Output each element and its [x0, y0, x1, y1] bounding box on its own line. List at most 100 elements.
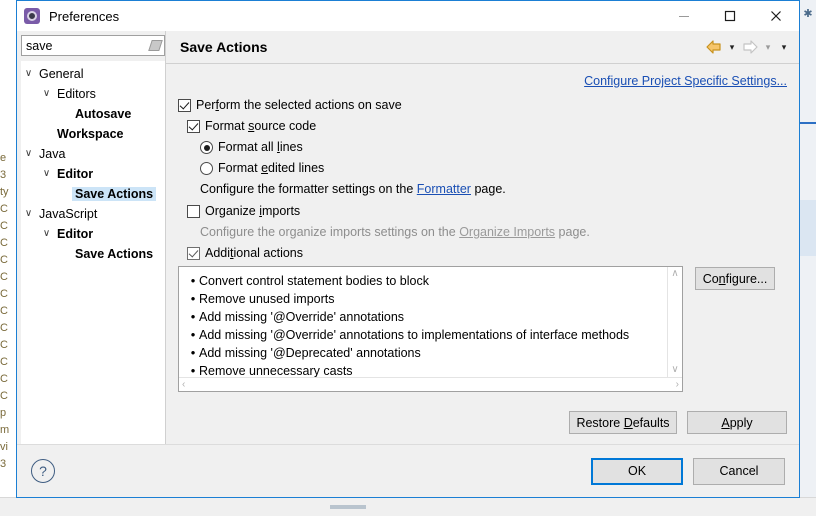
forward-dropdown-caret[interactable]: ▾ — [761, 42, 775, 52]
format-edited-lines-row[interactable]: Format edited lines — [200, 160, 787, 176]
format-all-lines-row[interactable]: Format all lines — [200, 139, 787, 155]
action-list-item[interactable]: • Remove unused imports — [187, 290, 667, 308]
dialog-footer: ? OK Cancel — [17, 444, 799, 497]
tree-item-general[interactable]: ∨ General — [21, 64, 165, 84]
page-title: Save Actions — [180, 39, 268, 55]
maximize-button[interactable] — [707, 1, 753, 31]
navigation-arrows: ▾ ▾ ▾ — [705, 36, 791, 58]
search-input[interactable] — [22, 38, 146, 53]
scroll-left-icon[interactable]: ‹ — [182, 379, 185, 390]
format-source-label: Format source code — [205, 119, 317, 133]
chevron-down-icon[interactable]: ∨ — [21, 69, 36, 79]
action-list-item[interactable]: • Add missing '@Deprecated' annotations — [187, 344, 667, 362]
restore-defaults-label: Restore Defaults — [576, 415, 670, 430]
tree-item-save-actions[interactable]: Save Actions — [21, 244, 165, 264]
configure-project-specific-settings-link[interactable]: Configure Project Specific Settings... — [584, 74, 787, 88]
bullet-icon: • — [190, 273, 196, 288]
question-mark-icon[interactable]: ? — [31, 459, 55, 483]
bullet-icon: • — [190, 345, 196, 360]
format-all-lines-radio[interactable] — [200, 141, 213, 154]
action-list-item[interactable]: • Remove unnecessary casts — [187, 362, 667, 377]
chevron-down-icon[interactable]: ∨ — [21, 149, 36, 159]
ok-button[interactable]: OK — [591, 457, 683, 485]
formatter-hint: Configure the formatter settings on the … — [200, 182, 506, 196]
tree-item-editor[interactable]: ∨ Editor — [21, 164, 165, 184]
apply-label: Apply — [721, 415, 753, 430]
content-main: Configure Project Specific Settings... P… — [166, 64, 799, 444]
action-list-item-label: Add missing '@Override' annotations — [199, 310, 405, 324]
tree-item-workspace[interactable]: Workspace — [21, 124, 165, 144]
cancel-button[interactable]: Cancel — [693, 457, 785, 485]
background-tab-indicator — [330, 505, 366, 509]
actions-area: • Convert control statement bodies to blo… — [178, 266, 787, 392]
preferences-tree[interactable]: ∨ General ∨ Editors Autosave Workspace ∨ Java ∨ E… — [21, 61, 165, 444]
format-source-checkbox[interactable] — [187, 120, 200, 133]
restore-defaults-button[interactable]: Restore Defaults — [569, 411, 677, 434]
organize-imports-link: Organize Imports — [459, 225, 556, 239]
content-pane: Save Actions ▾ ▾ ▾ Configure Project Spe… — [165, 31, 799, 444]
perform-actions-row[interactable]: Perform the selected actions on save — [178, 97, 787, 113]
search-box[interactable] — [21, 35, 165, 56]
action-list-item-label: Add missing '@Override' annotations to i… — [199, 328, 630, 342]
format-all-lines-label: Format all lines — [218, 140, 303, 154]
eraser-icon[interactable] — [146, 36, 164, 55]
tree-item-editors[interactable]: ∨ Editors — [21, 84, 165, 104]
tree-item-save-actions[interactable]: Save Actions — [21, 184, 165, 204]
forward-arrow-icon — [741, 36, 759, 58]
scroll-down-icon[interactable]: ∨ — [671, 365, 678, 375]
chevron-down-icon[interactable]: ∨ — [21, 209, 36, 219]
format-edited-lines-label: Format edited lines — [218, 161, 325, 175]
tree-item-label: Autosave — [75, 107, 132, 121]
actions-list[interactable]: • Convert control statement bodies to blo… — [179, 267, 667, 377]
close-button[interactable] — [753, 1, 799, 31]
organize-imports-checkbox[interactable] — [187, 205, 200, 218]
organize-imports-row[interactable]: Organize imports — [187, 203, 787, 219]
action-list-item[interactable]: • Add missing '@Override' annotations — [187, 308, 667, 326]
back-dropdown-caret[interactable]: ▾ — [725, 42, 739, 52]
chevron-down-icon[interactable]: ∨ — [39, 89, 54, 99]
action-list-item-label: Remove unnecessary casts — [199, 364, 353, 377]
tree-item-autosave[interactable]: Autosave — [21, 104, 165, 124]
format-edited-lines-radio[interactable] — [200, 162, 213, 175]
formatter-link[interactable]: Formatter — [417, 182, 471, 196]
preferences-dialog: Preferences save ∨ General ∨ Editors Aut… — [16, 0, 800, 498]
perform-actions-label: Perform the selected actions on save — [196, 98, 402, 112]
background-selection-marker — [800, 200, 816, 256]
tree-item-javascript[interactable]: ∨ JavaScript — [21, 204, 165, 224]
tree-item-editor[interactable]: ∨ Editor — [21, 224, 165, 244]
window-controls — [661, 1, 799, 31]
action-list-item-label: Convert control statement bodies to bloc… — [199, 274, 429, 288]
action-list-item[interactable]: • Add missing '@Override' annotations to … — [187, 326, 667, 344]
dialog-title: Preferences — [49, 8, 120, 24]
background-right-strip: ✱ — [799, 0, 816, 516]
preferences-gear-icon — [24, 8, 40, 24]
action-list-item[interactable]: • Convert control statement bodies to blo… — [187, 272, 667, 290]
perform-actions-checkbox[interactable] — [178, 99, 191, 112]
additional-actions-listbox[interactable]: • Convert control statement bodies to blo… — [178, 266, 683, 392]
tree-item-label: Save Actions — [75, 247, 154, 261]
tree-item-label: Save Actions — [72, 187, 157, 201]
bullet-icon: • — [190, 291, 196, 306]
tree-item-label: Editors — [57, 87, 96, 101]
tree-item-label: Editor — [57, 167, 94, 181]
additional-actions-checkbox[interactable] — [187, 247, 200, 260]
apply-button[interactable]: Apply — [687, 411, 787, 434]
minimize-button[interactable] — [661, 1, 707, 31]
scroll-up-icon[interactable]: ∧ — [671, 269, 678, 279]
format-source-row[interactable]: Format source code — [187, 118, 787, 134]
tree-item-java[interactable]: ∨ Java — [21, 144, 165, 164]
actions-vertical-scrollbar[interactable]: ∧ ∨ — [667, 267, 682, 377]
tree-item-label: General — [39, 67, 84, 81]
chevron-down-icon[interactable]: ∨ — [39, 229, 54, 239]
bullet-icon: • — [190, 363, 196, 377]
actions-horizontal-scrollbar[interactable]: ‹ › — [179, 377, 682, 391]
configure-button-label: Configure... — [702, 271, 768, 286]
view-menu-caret[interactable]: ▾ — [777, 42, 791, 52]
tree-item-label: Editor — [57, 227, 94, 241]
chevron-down-icon[interactable]: ∨ — [39, 169, 54, 179]
configure-button[interactable]: Configure... — [695, 267, 775, 290]
sidebar: ∨General∨EditorsAutosaveWorkspace∨Java∨E… — [17, 31, 165, 444]
back-arrow-icon[interactable] — [705, 36, 723, 58]
scroll-right-icon[interactable]: › — [676, 379, 679, 390]
additional-actions-row[interactable]: Additional actions — [187, 245, 787, 261]
